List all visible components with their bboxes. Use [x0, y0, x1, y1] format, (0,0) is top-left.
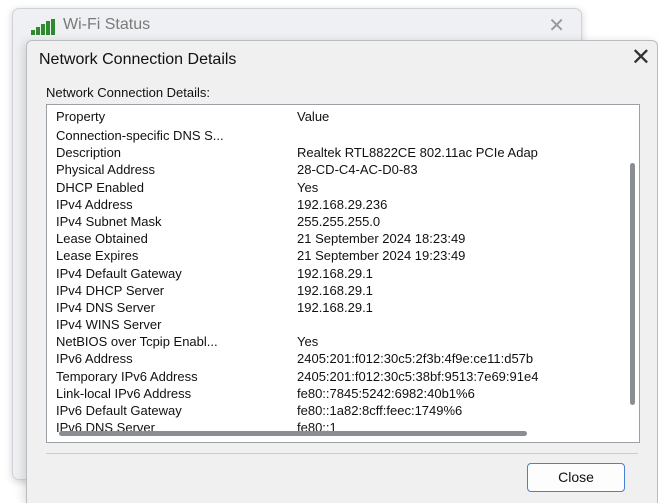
property-cell: Description: [56, 145, 122, 161]
wifi-status-title: Wi-Fi Status: [63, 16, 151, 33]
property-cell: IPv4 Default Gateway: [56, 265, 182, 281]
property-cell: Lease Expires: [56, 248, 139, 264]
wifi-status-titlebar: Wi-Fi Status ✕: [13, 9, 581, 43]
listview-rows: Connection-specific DNS S... Description R…: [47, 127, 625, 436]
property-cell: Connection-specific DNS S...: [56, 128, 224, 143]
table-row[interactable]: Temporary IPv6 Address 2405:201:f012:30c5…: [47, 368, 625, 385]
table-row[interactable]: DHCP Enabled Yes: [47, 179, 625, 196]
table-row[interactable]: Link-local IPv6 Address fe80::7845:5242:6…: [47, 385, 625, 402]
table-row[interactable]: IPv4 Subnet Mask 255.255.255.0: [47, 213, 625, 230]
table-row[interactable]: NetBIOS over Tcpip Enabl... Yes: [47, 333, 625, 350]
wifi-signal-icon: [31, 19, 57, 35]
property-cell: Lease Obtained: [56, 231, 148, 247]
close-icon[interactable]: ✕: [548, 13, 565, 38]
divider: [46, 453, 638, 454]
value-cell: 192.168.29.1: [297, 282, 373, 298]
value-cell: Realtek RTL8822CE 802.11ac PCIe Adap: [297, 145, 538, 161]
vertical-scrollbar[interactable]: [630, 163, 635, 405]
table-row[interactable]: Connection-specific DNS S...: [47, 127, 625, 144]
value-cell: 2405:201:f012:30c5:2f3b:4f9e:ce11:d57b: [297, 351, 534, 367]
value-cell: 21 September 2024 18:23:49: [297, 231, 466, 247]
table-row[interactable]: IPv4 Address 192.168.29.236: [47, 196, 625, 213]
value-cell: 255.255.255.0: [297, 213, 381, 229]
table-row[interactable]: IPv4 DNS Server 192.168.29.1: [47, 299, 625, 316]
horizontal-scrollbar[interactable]: [59, 431, 527, 436]
property-cell: IPv4 DNS Server: [56, 299, 155, 315]
property-cell: IPv4 DHCP Server: [56, 282, 165, 298]
table-row[interactable]: Lease Obtained 21 September 2024 18:23:49: [47, 230, 625, 247]
property-cell: DHCP Enabled: [56, 179, 144, 195]
table-row[interactable]: IPv6 Default Gateway fe80::1a82:8cff:feec…: [47, 402, 625, 419]
property-cell: IPv4 WINS Server: [56, 317, 162, 333]
value-cell: 192.168.29.236: [297, 196, 388, 212]
table-row[interactable]: Physical Address 28-CD-C4-AC-D0-83: [47, 161, 625, 178]
property-cell: Physical Address: [56, 162, 155, 178]
listview-header: Property Value: [47, 105, 639, 127]
table-row[interactable]: IPv4 WINS Server: [47, 316, 625, 333]
value-cell: fe80::7845:5242:6982:40b1%6: [297, 385, 475, 401]
value-cell: 192.168.29.1: [297, 299, 373, 315]
value-cell: fe80::1a82:8cff:feec:1749%6: [297, 403, 463, 418]
property-cell: IPv4 Subnet Mask: [56, 213, 162, 229]
property-cell: Temporary IPv6 Address: [56, 368, 198, 384]
table-row[interactable]: IPv4 DHCP Server 192.168.29.1: [47, 282, 625, 299]
property-cell: IPv6 Default Gateway: [56, 403, 182, 418]
table-row[interactable]: Lease Expires 21 September 2024 19:23:49: [47, 247, 625, 264]
value-cell: 192.168.29.1: [297, 265, 373, 281]
column-header-property[interactable]: Property: [56, 109, 105, 124]
close-icon[interactable]: ✕: [631, 44, 651, 72]
details-label: Network Connection Details:: [46, 85, 211, 100]
property-cell: IPv6 Address: [56, 351, 133, 367]
value-cell: Yes: [297, 334, 319, 350]
table-row[interactable]: Description Realtek RTL8822CE 802.11ac PC…: [47, 144, 625, 161]
network-connection-details-dialog: Network Connection Details ✕ Network Con…: [26, 40, 658, 503]
value-cell: 21 September 2024 19:23:49: [297, 248, 466, 264]
close-button[interactable]: Close: [527, 463, 625, 492]
value-cell: 28-CD-C4-AC-D0-83: [297, 162, 418, 178]
property-cell: Link-local IPv6 Address: [56, 385, 192, 401]
value-cell: 2405:201:f012:30c5:38bf:9513:7e69:91e4: [297, 368, 539, 384]
value-cell: Yes: [297, 179, 319, 195]
details-listview[interactable]: Property Value Connection-specific DNS S…: [46, 104, 640, 443]
table-row[interactable]: IPv4 Default Gateway 192.168.29.1: [47, 265, 625, 282]
table-row[interactable]: IPv6 Address 2405:201:f012:30c5:2f3b:4f9e…: [47, 350, 625, 367]
property-cell: NetBIOS over Tcpip Enabl...: [56, 334, 218, 350]
dialog-title: Network Connection Details: [39, 51, 237, 68]
property-cell: IPv4 Address: [56, 196, 133, 212]
column-header-value[interactable]: Value: [297, 109, 329, 124]
